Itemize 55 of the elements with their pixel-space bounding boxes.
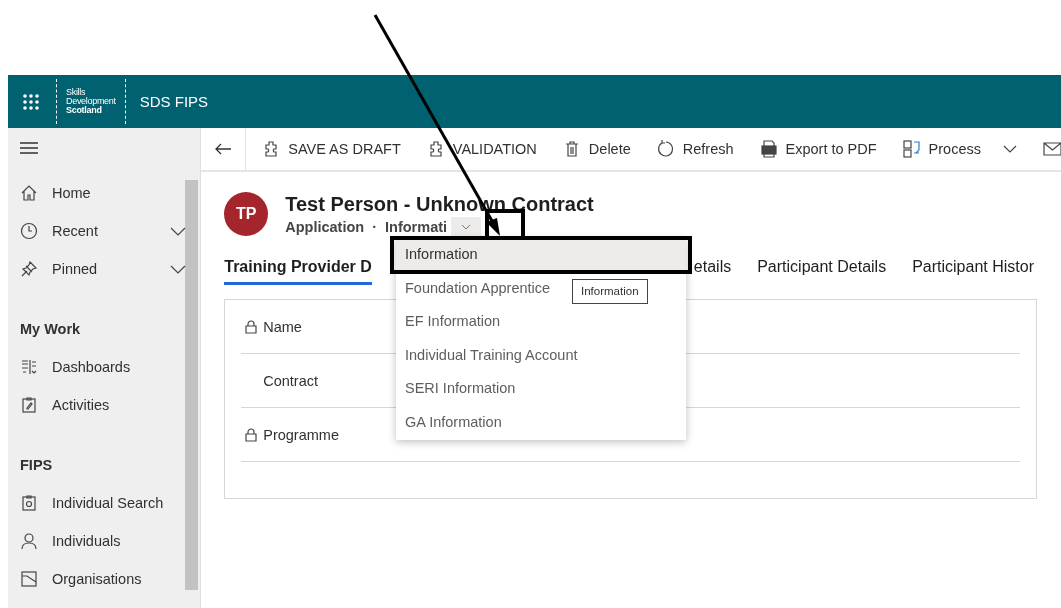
nav-icon	[20, 396, 38, 414]
toolbar-button[interactable]: Process	[902, 140, 1017, 158]
chevron-down-icon	[461, 224, 472, 230]
tooltip: Information	[572, 279, 648, 304]
nav-item[interactable]: Pinned	[52, 261, 170, 277]
nav-icon	[20, 570, 38, 588]
toolbar-button[interactable]: Delete	[562, 140, 631, 158]
nav-icon	[20, 532, 38, 550]
form-dropdown-button[interactable]	[451, 217, 482, 237]
menu-item[interactable]: Foundation Apprentice	[405, 279, 551, 296]
entity-name: Application	[285, 219, 365, 235]
nav-icon	[20, 358, 38, 376]
field-label: Programme	[263, 426, 339, 443]
nav-icon	[20, 222, 38, 240]
nav-item[interactable]: Individual Search	[52, 495, 170, 511]
menu-item[interactable]: SERI Information	[405, 380, 516, 397]
nav-item[interactable]: Activities	[52, 397, 170, 413]
nav-icon	[20, 494, 38, 512]
app-name: SDS FIPS	[139, 93, 209, 110]
nav-icon	[20, 260, 38, 278]
section-header: FIPS	[19, 456, 54, 475]
nav-item[interactable]: Dashboards	[52, 359, 170, 375]
chevron-down-icon[interactable]	[1003, 145, 1017, 153]
nav-item[interactable]: Individuals	[52, 533, 170, 549]
tab[interactable]: Training Provider D	[224, 258, 372, 285]
avatar: TP	[224, 192, 269, 236]
menu-item[interactable]: Individual Training Account	[405, 346, 578, 363]
nav-item[interactable]: Recent	[52, 223, 170, 239]
nav-item[interactable]: Home	[52, 185, 170, 201]
field-label: Name	[263, 318, 302, 335]
toolbar-button[interactable]: VALIDATION	[426, 140, 537, 158]
tab[interactable]: Participant Histor	[912, 258, 1034, 285]
nav-item[interactable]: Organisations	[52, 571, 170, 587]
email-icon[interactable]	[1043, 141, 1061, 157]
toolbar-button[interactable]: Refresh	[656, 140, 734, 158]
refresh-icon	[656, 140, 675, 158]
brand-logo: Skills Development Scotland	[56, 79, 126, 124]
tab[interactable]: etails	[693, 258, 732, 285]
flow-icon	[902, 140, 921, 158]
nav-icon	[20, 184, 38, 202]
separator: ·	[372, 219, 378, 235]
menu-item[interactable]: EF Information	[405, 313, 501, 330]
section-header: My Work	[19, 320, 82, 339]
menu-icon[interactable]	[20, 142, 38, 154]
chevron-down-icon[interactable]	[170, 264, 186, 274]
tab[interactable]: Participant Details	[757, 258, 887, 285]
toolbar-button[interactable]: SAVE AS DRAFT	[262, 140, 401, 158]
field-label: Contract	[263, 372, 319, 389]
form-selector[interactable]: Informati	[385, 219, 448, 235]
menu-item[interactable]: GA Information	[405, 413, 502, 430]
app-launcher-icon[interactable]	[22, 92, 40, 111]
chevron-down-icon[interactable]	[170, 226, 186, 236]
toolbar-button[interactable]: Export to PDF	[759, 140, 877, 158]
scrollbar[interactable]	[185, 180, 199, 590]
back-icon[interactable]	[215, 143, 232, 155]
